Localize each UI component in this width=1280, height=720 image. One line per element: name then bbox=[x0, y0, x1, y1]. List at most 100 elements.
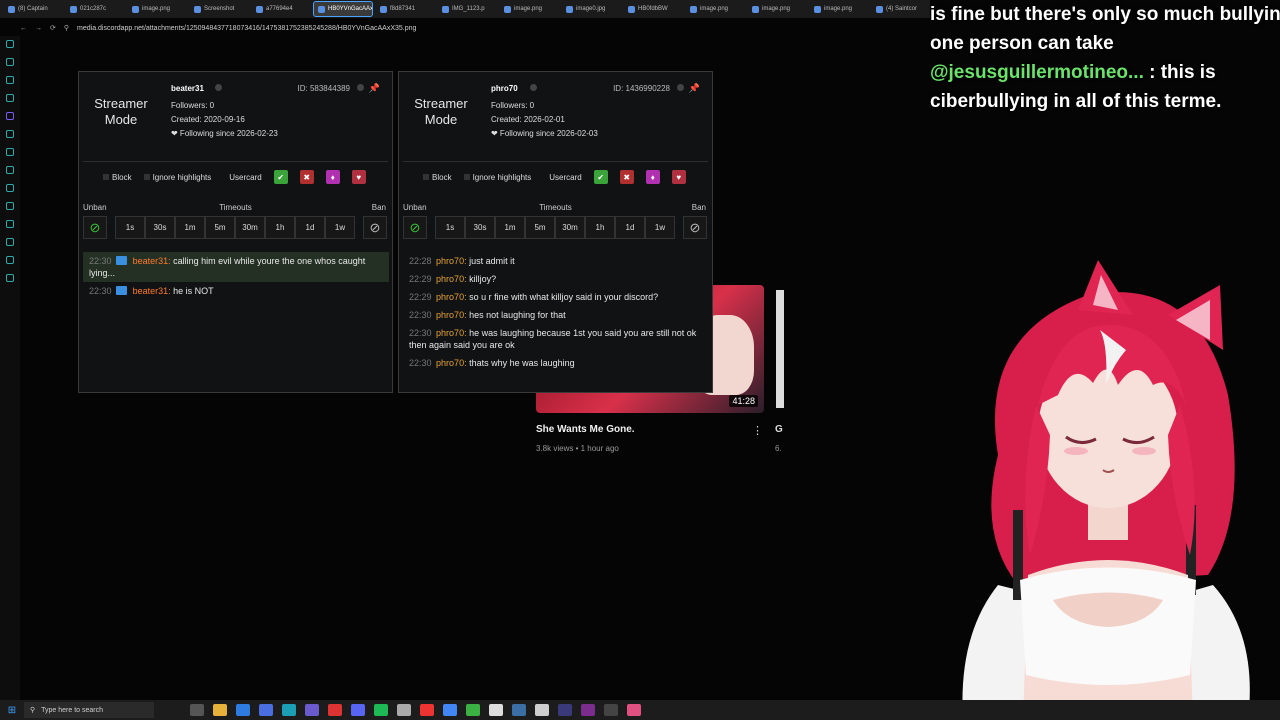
heart-gem-icon[interactable]: ♥ bbox=[351, 170, 366, 184]
browser-tab[interactable]: IMG_1123.p bbox=[438, 2, 496, 16]
timeout-button[interactable]: 1d bbox=[615, 216, 645, 239]
gem-icon[interactable]: ♦ bbox=[645, 170, 660, 184]
chrome-icon[interactable] bbox=[443, 704, 457, 716]
ignore-highlights-checkbox[interactable]: Ignore highlights bbox=[143, 173, 211, 182]
discord-icon[interactable] bbox=[351, 704, 365, 716]
message-user[interactable]: beater31: bbox=[133, 256, 171, 266]
timeout-button[interactable]: 30m bbox=[555, 216, 585, 239]
app-icon[interactable] bbox=[397, 704, 411, 716]
usercard-link[interactable]: Usercard bbox=[229, 173, 261, 182]
sidebar-app-icon[interactable] bbox=[6, 202, 14, 210]
file-explorer-icon[interactable] bbox=[213, 704, 227, 716]
timeout-button[interactable]: 1h bbox=[585, 216, 615, 239]
username[interactable]: beater31 bbox=[171, 84, 204, 93]
sidebar-app-icon[interactable] bbox=[6, 112, 14, 120]
timeout-button[interactable]: 1w bbox=[645, 216, 675, 239]
pin-icon[interactable]: 📌 bbox=[369, 83, 380, 94]
message-user[interactable]: phro70: bbox=[436, 358, 467, 368]
timeout-button[interactable]: 1m bbox=[175, 216, 205, 239]
checkbox-icon[interactable] bbox=[423, 174, 429, 181]
reload-icon[interactable]: ⟳ bbox=[50, 24, 56, 32]
app-icon[interactable] bbox=[627, 704, 641, 716]
browser-icon[interactable] bbox=[282, 704, 296, 716]
sidebar-app-icon[interactable] bbox=[6, 166, 14, 174]
app-icon[interactable] bbox=[259, 704, 273, 716]
pin-icon[interactable]: 📌 bbox=[689, 83, 700, 94]
url-text[interactable]: media.discordapp.net/attachments/1250948… bbox=[77, 25, 416, 32]
edge-icon[interactable] bbox=[236, 704, 250, 716]
ban-button[interactable]: ⊘ bbox=[683, 216, 707, 239]
sidebar-app-icon[interactable] bbox=[6, 148, 14, 156]
username[interactable]: phro70 bbox=[491, 84, 518, 93]
browser-tab[interactable]: image.png bbox=[810, 2, 868, 16]
sidebar-app-icon[interactable] bbox=[6, 40, 14, 48]
approve-icon[interactable]: ✔ bbox=[273, 170, 288, 184]
gem-icon[interactable]: ♦ bbox=[325, 170, 340, 184]
message-user[interactable]: phro70: bbox=[436, 328, 467, 338]
app-icon[interactable] bbox=[466, 704, 480, 716]
app-icon[interactable] bbox=[512, 704, 526, 716]
browser-tab[interactable]: Screenshot bbox=[190, 2, 248, 16]
address-bar[interactable]: ← → ⟳ ⚲ media.discordapp.net/attachments… bbox=[20, 20, 930, 36]
windows-start-icon[interactable]: ⊞ bbox=[0, 705, 24, 716]
usercard-link[interactable]: Usercard bbox=[549, 173, 581, 182]
browser-tab[interactable]: HB0YVnGacAAxX35. bbox=[313, 1, 373, 17]
sidebar-app-icon[interactable] bbox=[6, 76, 14, 84]
browser-tab[interactable]: image.png bbox=[748, 2, 806, 16]
taskbar-search[interactable]: ⚲ Type here to search bbox=[24, 702, 154, 718]
sidebar-app-icon[interactable] bbox=[6, 274, 14, 282]
media-player-icon[interactable] bbox=[604, 704, 618, 716]
app-icon[interactable] bbox=[305, 704, 319, 716]
task-view-icon[interactable] bbox=[190, 704, 204, 716]
sidebar-app-icon[interactable] bbox=[6, 256, 14, 264]
steam-icon[interactable] bbox=[489, 704, 503, 716]
forward-icon[interactable]: → bbox=[35, 25, 42, 32]
copy-icon[interactable] bbox=[677, 84, 684, 91]
browser-tab[interactable]: image0.jpg bbox=[562, 2, 620, 16]
reject-icon[interactable]: ✖ bbox=[299, 170, 314, 184]
spotify-icon[interactable] bbox=[374, 704, 388, 716]
block-checkbox[interactable]: Block bbox=[423, 173, 452, 182]
app-icon[interactable] bbox=[558, 704, 572, 716]
message-history[interactable]: 22:28 phro70: just admit it 22:29 phro70… bbox=[403, 252, 709, 388]
timeout-button[interactable]: 5m bbox=[205, 216, 235, 239]
timeout-button[interactable]: 1d bbox=[295, 216, 325, 239]
browser-tab[interactable]: image.png bbox=[686, 2, 744, 16]
sidebar-app-icon[interactable] bbox=[6, 130, 14, 138]
sidebar-app-icon[interactable] bbox=[6, 238, 14, 246]
more-options-icon[interactable]: ⋮ bbox=[752, 424, 763, 437]
ban-button[interactable]: ⊘ bbox=[363, 216, 387, 239]
timeout-button[interactable]: 30m bbox=[235, 216, 265, 239]
message-user[interactable]: phro70: bbox=[436, 292, 467, 302]
timeout-button[interactable]: 1s bbox=[435, 216, 465, 239]
browser-tab[interactable]: image.png bbox=[128, 2, 186, 16]
checkbox-icon[interactable] bbox=[143, 174, 150, 181]
browser-tab[interactable]: image.png bbox=[500, 2, 558, 16]
sidebar-app-icon[interactable] bbox=[6, 94, 14, 102]
message-user[interactable]: phro70: bbox=[436, 274, 467, 284]
browser-tab[interactable]: (4) Saintcor bbox=[872, 2, 930, 16]
notepad-icon[interactable] bbox=[535, 704, 549, 716]
browser-tab[interactable]: HB0fdbBW bbox=[624, 2, 682, 16]
next-video-thumbnail[interactable] bbox=[776, 290, 784, 408]
browser-tab[interactable]: f8d87341 bbox=[376, 2, 434, 16]
checkbox-icon[interactable] bbox=[463, 174, 470, 181]
heart-gem-icon[interactable]: ♥ bbox=[671, 170, 686, 184]
timeout-button[interactable]: 1m bbox=[495, 216, 525, 239]
checkbox-icon[interactable] bbox=[103, 174, 109, 181]
unban-button[interactable]: ⊘ bbox=[403, 216, 427, 239]
sidebar-app-icon[interactable] bbox=[6, 220, 14, 228]
block-checkbox[interactable]: Block bbox=[103, 173, 132, 182]
next-video-title[interactable]: G bbox=[775, 424, 783, 435]
timeout-button[interactable]: 1s bbox=[115, 216, 145, 239]
reject-icon[interactable]: ✖ bbox=[619, 170, 634, 184]
browser-tab[interactable]: a77694e4 bbox=[252, 2, 310, 16]
timeout-button[interactable]: 5m bbox=[525, 216, 555, 239]
sidebar-app-icon[interactable] bbox=[6, 58, 14, 66]
message-user[interactable]: phro70: bbox=[436, 310, 467, 320]
message-history[interactable]: 22:30 beater31: calling him evil while y… bbox=[83, 252, 389, 388]
timeout-button[interactable]: 1w bbox=[325, 216, 355, 239]
browser-tab[interactable]: 021c287c bbox=[66, 2, 124, 16]
back-icon[interactable]: ← bbox=[20, 25, 27, 32]
unban-button[interactable]: ⊘ bbox=[83, 216, 107, 239]
